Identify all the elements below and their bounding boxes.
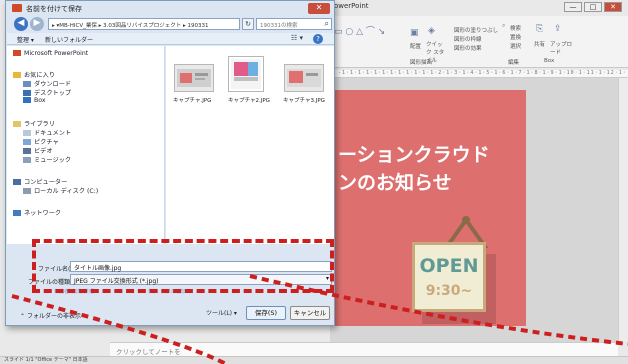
view-options-icon[interactable]: ☷ ▾ — [291, 34, 303, 42]
file-name: キャプチャ.JPG — [173, 98, 212, 104]
navigation-pane: Microsoft PowerPoint お気に入り ダウンロード デスクトップ… — [7, 46, 165, 244]
pictures-icon — [23, 139, 31, 145]
videos-icon — [23, 148, 31, 154]
music-icon — [23, 157, 31, 163]
file-list: キャプチャ.JPG キャプチャ2.JPG キャプチャ3.JPG — [166, 46, 334, 244]
shapes-gallery-icon[interactable]: ▭ ○ △ ⌒ ↘ — [334, 24, 385, 37]
new-folder-button[interactable]: 新しいフォルダー — [45, 35, 93, 44]
nav-item-desktop[interactable]: デスクトップ — [23, 88, 71, 97]
dialog-toolbar: 整理 ▾ 新しいフォルダー ☷ ▾ ? — [7, 33, 334, 45]
arrange-button[interactable]: 配置 — [410, 42, 421, 50]
documents-icon — [23, 130, 31, 136]
nav-item-local-disk[interactable]: ローカル ディスク (C:) — [23, 186, 98, 195]
search-icon: ⌕ — [324, 19, 329, 28]
app-title: PowerPoint — [330, 2, 369, 10]
refresh-icon[interactable]: ↻ — [242, 18, 254, 30]
file-name: キャプチャ2.JPG — [228, 98, 270, 104]
address-bar[interactable]: ▸ ▾MB-HICV_業保 ▸ 3.03回品リバイスプロジェクト ▸ 19033… — [48, 18, 240, 30]
ribbon: ▭ ○ △ ⌒ ↘ ▣ 配置 ◈ クイック スタイル 図形の塗りつぶし 図形の枠… — [330, 16, 628, 68]
quick-style-icon[interactable]: ◈ — [428, 26, 435, 36]
upload-button[interactable]: アップロード — [550, 40, 572, 56]
select-button[interactable]: 選択 — [510, 42, 521, 50]
search-input[interactable]: 190331の検索 ⌕ — [256, 18, 332, 30]
search-placeholder: 190331の検索 — [260, 23, 298, 29]
sign-open-text: OPEN — [419, 255, 479, 277]
help-icon[interactable]: ? — [313, 34, 323, 44]
file-thumbnail[interactable] — [284, 64, 324, 92]
shape-fill-button[interactable]: 図形の塗りつぶし — [454, 26, 498, 34]
nav-item-computer[interactable]: コンピューター — [13, 177, 67, 186]
nav-item-videos[interactable]: ビデオ — [23, 146, 53, 155]
organize-button[interactable]: 整理 ▾ — [17, 35, 34, 44]
dialog-close-button[interactable]: ✕ — [308, 3, 330, 14]
file-thumbnail[interactable] — [228, 56, 264, 92]
horizontal-ruler: -1·1·1·1·1·1·1·1·1·1·1·1·2·1·3·1·4·1·5·1… — [330, 70, 628, 78]
download-folder-icon — [23, 81, 31, 87]
editing-group-label: 編集 — [508, 60, 520, 66]
slide-title-line1: ーションクラウド — [338, 144, 490, 166]
share-button[interactable]: 共有 — [534, 40, 545, 48]
library-icon — [13, 121, 21, 127]
file-name: キャプチャ3.JPG — [283, 98, 325, 104]
slide-title-line2: ンのお知らせ — [338, 172, 452, 194]
file-thumbnail[interactable] — [174, 64, 214, 92]
dialog-title: 名前を付けて保存 — [26, 5, 82, 13]
upload-icon[interactable]: ⇪ — [554, 24, 562, 34]
open-sign: OPEN 9:30~ — [412, 242, 486, 312]
screen: PowerPoint — □ ✕ ▭ ○ △ ⌒ ↘ ▣ 配置 ◈ クイック ス… — [0, 0, 628, 364]
nav-item-powerpoint[interactable]: Microsoft PowerPoint — [13, 50, 88, 57]
powerpoint-icon — [13, 50, 21, 56]
status-bar: スライド 1/1 "Office テーマ" 日本語 — [0, 356, 628, 364]
forward-arrow-icon[interactable]: ▶ — [30, 17, 44, 31]
nav-item-libraries[interactable]: ライブラリ — [13, 119, 55, 128]
minimize-button[interactable]: — — [564, 2, 582, 12]
find-icon: ⌕ — [502, 22, 506, 29]
hide-folders-toggle[interactable]: ⌃ フォルダーの非表示 — [20, 311, 81, 320]
box-icon — [23, 97, 31, 103]
sign-time-text: 9:30~ — [425, 283, 473, 299]
nav-item-box[interactable]: Box — [23, 97, 46, 104]
highlight-annotation — [32, 239, 334, 293]
close-button[interactable]: ✕ — [604, 2, 622, 12]
replace-button[interactable]: 置換 — [510, 33, 521, 41]
nav-item-music[interactable]: ミュージック — [23, 155, 71, 164]
network-icon — [13, 210, 21, 216]
cancel-button[interactable]: キャンセル — [290, 306, 330, 320]
vertical-scrollbar[interactable] — [618, 78, 628, 342]
drawing-group-label: 図形描画 — [410, 60, 433, 66]
save-button[interactable]: 保存(S) — [246, 306, 286, 320]
share-icon[interactable]: ⎘ — [536, 24, 543, 34]
slide[interactable]: ーションクラウド ンのお知らせ OPEN 9:30~ — [330, 90, 526, 326]
powerpoint-icon — [12, 4, 22, 12]
nav-item-documents[interactable]: ドキュメント — [23, 128, 71, 137]
shape-outline-button[interactable]: 図形の枠線 — [454, 35, 482, 43]
find-button[interactable]: 検索 — [510, 24, 521, 32]
notes-placeholder: クリックしてノートを — [116, 348, 181, 356]
nav-item-favorites[interactable]: お気に入り — [13, 70, 55, 79]
maximize-button[interactable]: □ — [584, 2, 602, 12]
star-icon — [13, 72, 21, 78]
desktop-icon — [23, 90, 31, 96]
notes-pane[interactable]: クリックしてノートを — [110, 342, 618, 356]
back-arrow-icon[interactable]: ◀ — [14, 17, 28, 31]
window-controls: — □ ✕ — [564, 2, 622, 12]
disk-icon — [23, 188, 31, 194]
nav-item-downloads[interactable]: ダウンロード — [23, 79, 71, 88]
nav-item-pictures[interactable]: ピクチャ — [23, 137, 59, 146]
box-group-label: Box — [544, 58, 555, 64]
shape-effects-button[interactable]: 図形の効果 — [454, 44, 482, 52]
nav-item-network[interactable]: ネットワーク — [13, 208, 61, 217]
tools-menu-button[interactable]: ツール(L) ▾ — [206, 308, 237, 317]
save-as-dialog: 名前を付けて保存 ✕ ◀ ▶ ▸ ▾MB-HICV_業保 ▸ 3.03回品リバイ… — [5, 0, 335, 326]
arrange-icon[interactable]: ▣ — [410, 28, 419, 38]
computer-icon — [13, 179, 21, 185]
